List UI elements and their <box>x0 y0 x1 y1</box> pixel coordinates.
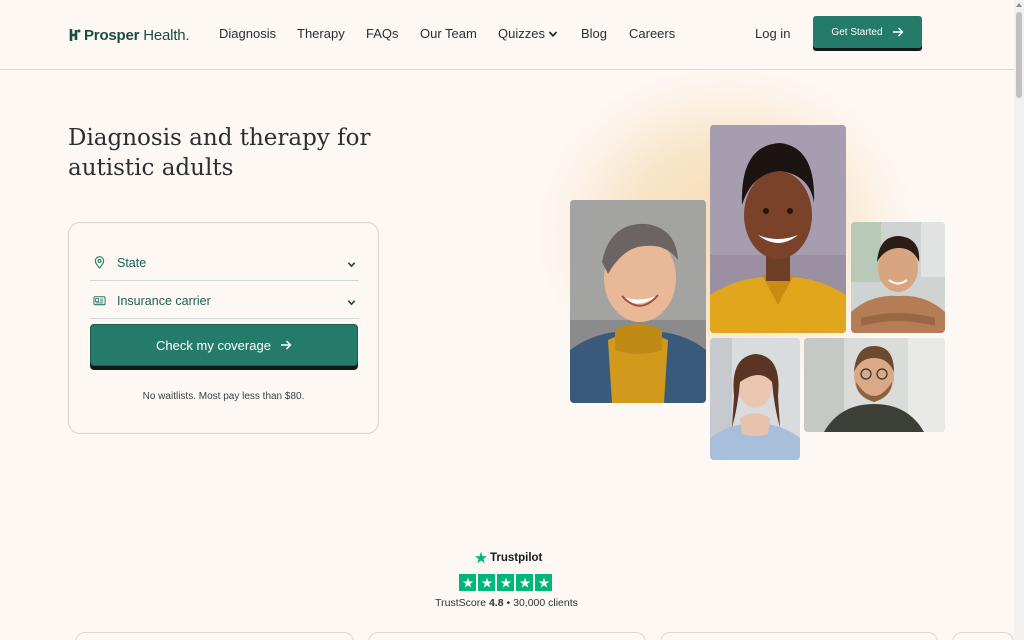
photo-woman-blue-sweater <box>710 338 800 460</box>
page-scrollbar[interactable] <box>1014 0 1024 640</box>
nav-our-team[interactable]: Our Team <box>420 26 477 41</box>
pricing-note: No waitlists. Most pay less than $80. <box>142 391 305 402</box>
rating-star-3 <box>497 574 514 591</box>
client-count: 30,000 clients <box>513 597 578 609</box>
trustpilot-rating-stars <box>459 574 552 591</box>
logo-text: Prosper Health. <box>84 26 190 44</box>
star-icon <box>538 577 549 588</box>
rating-star-1 <box>459 574 476 591</box>
nav-blog[interactable]: Blog <box>581 26 607 41</box>
nav-careers[interactable]: Careers <box>629 26 675 41</box>
nav-quizzes[interactable]: Quizzes <box>498 26 558 41</box>
photo-man-tan-sweater <box>851 222 945 333</box>
state-label: State <box>117 255 147 270</box>
review-card <box>952 632 1014 640</box>
chevron-down-icon <box>347 262 356 268</box>
rating-star-5 <box>535 574 552 591</box>
rating-star-2 <box>478 574 495 591</box>
chevron-down-icon <box>347 300 356 306</box>
site-header: Prosper Health. Diagnosis Therapy FAQs O… <box>0 0 1014 70</box>
trustpilot-brand-text: Trustpilot <box>490 552 543 564</box>
trustpilot-star-icon <box>474 551 488 564</box>
logo-icon <box>69 29 81 41</box>
nav-therapy[interactable]: Therapy <box>297 26 345 41</box>
check-coverage-label: Check my coverage <box>156 337 271 353</box>
trustscore-label: TrustScore <box>435 597 487 609</box>
logo[interactable]: Prosper Health. <box>68 24 190 46</box>
nav-diagnosis[interactable]: Diagnosis <box>219 26 276 41</box>
arrow-right-icon <box>892 27 904 37</box>
trustscore-value: 4.8 <box>488 597 504 609</box>
check-coverage-button[interactable]: Check my coverage <box>90 324 358 366</box>
map-pin-icon <box>94 256 105 269</box>
get-started-label: Get Started <box>831 26 883 38</box>
trustscore-text: TrustScore 4.8 • 30,000 clients <box>380 597 633 609</box>
rating-star-4 <box>516 574 533 591</box>
scroll-up-arrow-icon[interactable] <box>1016 3 1022 7</box>
insurance-carrier-select[interactable]: Insurance carrier <box>90 283 359 319</box>
trustpilot-logo[interactable]: Trustpilot <box>474 551 542 565</box>
photo-person-denim-jacket <box>570 200 706 403</box>
nav-faqs[interactable]: FAQs <box>366 26 399 41</box>
arrow-right-icon <box>280 340 292 350</box>
trustscore-separator: • <box>506 597 511 609</box>
chevron-down-icon <box>548 30 558 37</box>
review-card <box>660 632 938 640</box>
photo-woman-yellow-shirt <box>710 125 846 333</box>
review-card <box>75 632 354 640</box>
id-card-icon <box>93 296 106 306</box>
hero-title: Diagnosis and therapy for autistic adult… <box>68 123 408 183</box>
state-select[interactable]: State <box>90 245 359 281</box>
review-card <box>368 632 646 640</box>
scroll-thumb[interactable] <box>1016 12 1022 98</box>
get-started-button[interactable]: Get Started <box>813 16 922 48</box>
hero-title-line-2: autistic adults <box>68 155 234 181</box>
coverage-form-card: State Insurance carrier Check my coverag… <box>68 222 379 434</box>
hero-title-line-1: Diagnosis and therapy for <box>68 125 371 151</box>
star-icon <box>500 577 511 588</box>
photo-man-glasses-beard <box>804 338 945 432</box>
login-link[interactable]: Log in <box>755 26 790 41</box>
star-icon <box>481 577 492 588</box>
star-icon <box>462 577 473 588</box>
star-icon <box>519 577 530 588</box>
insurance-carrier-label: Insurance carrier <box>117 293 211 308</box>
